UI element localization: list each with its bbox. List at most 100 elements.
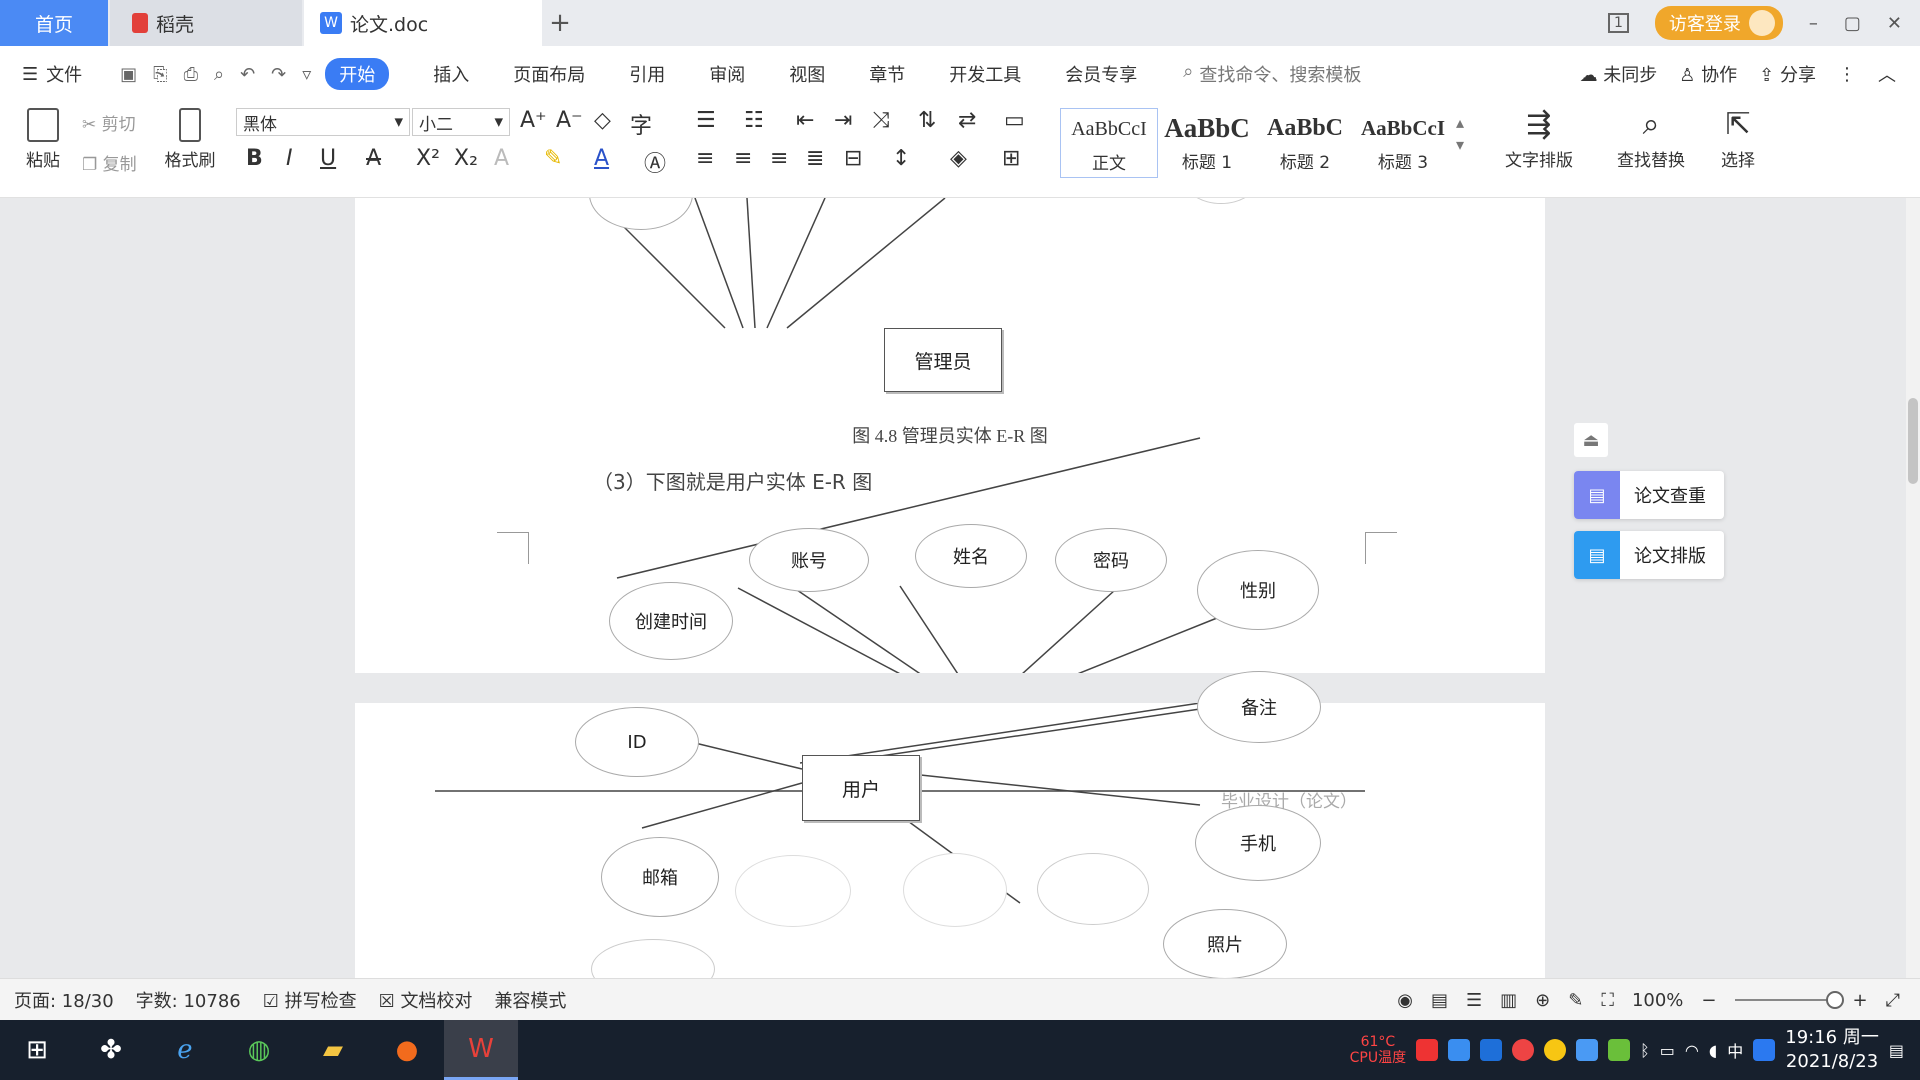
browser-tray-icon[interactable] <box>1576 1039 1599 1061</box>
cpu-temp-widget[interactable]: 61°C CPU温度 <box>1350 1034 1406 1066</box>
paper-check-button[interactable]: ▤ 论文查重 <box>1574 471 1724 519</box>
cloud-app-icon[interactable] <box>1448 1039 1471 1061</box>
align-right-icon[interactable]: ≡ <box>770 146 788 171</box>
pinwheel-app-icon[interactable]: ✤ <box>74 1020 148 1080</box>
increase-indent-icon[interactable]: ⇥ <box>834 108 852 133</box>
style-normal[interactable]: AaBbCcI 正文 <box>1060 108 1158 178</box>
doc-proof-button[interactable]: ☒ 文档校对 <box>379 987 473 1013</box>
close-button[interactable]: ✕ <box>1887 13 1902 34</box>
new-tab-button[interactable]: + <box>548 0 572 46</box>
align-center-icon[interactable]: ≡ <box>734 146 752 171</box>
menu-file[interactable]: ☰ 文件 <box>22 61 82 87</box>
distribute-icon[interactable]: ⊟ <box>844 146 862 171</box>
notification-icon[interactable]: ▤ <box>1889 1041 1904 1060</box>
redo-icon[interactable]: ↷ <box>271 64 286 85</box>
menu-references[interactable]: 引用 <box>629 61 665 87</box>
command-search[interactable]: ⌕ 查找命令、搜索模板 <box>1183 61 1361 87</box>
battery-icon[interactable]: ▭ <box>1660 1041 1675 1060</box>
word-count[interactable]: 字数: 10786 <box>136 987 241 1013</box>
browser-icon[interactable]: ◍ <box>222 1020 296 1080</box>
customize-dropdown-icon[interactable]: ▿ <box>302 64 311 85</box>
menu-member[interactable]: 会员专享 <box>1065 61 1137 87</box>
minimize-button[interactable]: – <box>1809 13 1818 34</box>
fullscreen-icon[interactable]: ⤢ <box>1886 990 1900 1011</box>
ime-indicator[interactable]: 中 <box>1727 1038 1743 1062</box>
scroll-thumb[interactable] <box>1908 398 1918 484</box>
antivirus-icon[interactable] <box>1416 1039 1439 1061</box>
superscript-button[interactable]: X² <box>416 146 440 171</box>
spell-check-button[interactable]: ☑ 拼写检查 <box>263 987 357 1013</box>
paper-layout-button[interactable]: ▤ 论文排版 <box>1574 531 1724 579</box>
paste-button[interactable]: 粘贴 <box>18 108 68 171</box>
collab-button[interactable]: ♙ 协作 <box>1679 61 1737 87</box>
nvidia-icon[interactable] <box>1608 1039 1631 1061</box>
zoom-level[interactable]: 100% <box>1632 990 1683 1011</box>
write-mode-icon[interactable]: ✎ <box>1568 990 1583 1011</box>
menu-chapter[interactable]: 章节 <box>869 61 905 87</box>
clear-format-icon[interactable]: ◇ <box>594 108 611 133</box>
subscript-button[interactable]: X₂ <box>454 146 478 171</box>
document-page[interactable]: 管理员 图 4.8 管理员实体 E-R 图 （3）下图就是用户实体 E-R 图 … <box>355 198 1545 673</box>
find-replace-button[interactable]: ⌕ 查找替换 <box>1606 108 1696 172</box>
fit-page-icon[interactable]: ⛶ <box>1601 990 1614 1011</box>
zoom-slider-knob[interactable] <box>1825 991 1844 1009</box>
read-view-icon[interactable]: ▥ <box>1500 990 1517 1011</box>
decrease-indent-icon[interactable]: ⇤ <box>796 108 814 133</box>
font-name-select[interactable]: 黑体 ▾ <box>236 108 410 136</box>
char-border-icon[interactable]: Ⓐ <box>644 146 666 178</box>
eye-protect-icon[interactable]: ◉ <box>1397 990 1413 1011</box>
justify-icon[interactable]: ≣ <box>806 146 824 171</box>
shield-icon[interactable] <box>1480 1039 1503 1061</box>
menu-developer[interactable]: 开发工具 <box>949 61 1021 87</box>
share-button[interactable]: ⇪ 分享 <box>1759 61 1816 87</box>
collapse-ribbon-icon[interactable]: ︿ <box>1878 61 1896 87</box>
tab-daoke[interactable]: 稻壳 <box>110 0 302 46</box>
clock[interactable]: 19:16 周一 2021/8/23 <box>1785 1026 1879 1074</box>
guest-login-button[interactable]: 访客登录 <box>1654 6 1783 40</box>
more-icon[interactable]: ⋮ <box>1838 64 1856 85</box>
document-page[interactable]: 备注 ID 用户 毕业设计（论文） 手机 邮箱 照片 <box>355 671 1545 978</box>
style-heading-3[interactable]: AaBbCcI 标题 3 <box>1354 108 1452 178</box>
grow-font-icon[interactable]: A⁺ <box>520 108 547 133</box>
tab-document[interactable]: W 论文.doc <box>304 0 542 46</box>
align-left-icon[interactable]: ≡ <box>696 146 714 171</box>
page-view-icon[interactable]: ▤ <box>1431 990 1448 1011</box>
copy-button[interactable]: ❐ 复制 <box>82 150 137 175</box>
print-preview-icon[interactable]: ⌕ <box>214 64 224 85</box>
style-heading-1[interactable]: AaBbC 标题 1 <box>1158 108 1256 178</box>
table-tools-icon[interactable]: ▭ <box>1004 108 1025 133</box>
bullets-icon[interactable]: ☰ <box>696 108 716 133</box>
zoom-in-button[interactable]: + <box>1853 990 1868 1011</box>
highlight-icon[interactable]: ✎ <box>544 146 562 171</box>
web-view-icon[interactable]: ⊕ <box>1535 990 1550 1011</box>
sync-button[interactable]: ☁ 未同步 <box>1580 61 1658 87</box>
file-explorer-icon[interactable]: ▰ <box>296 1020 370 1080</box>
plus-app-icon[interactable] <box>1544 1039 1567 1061</box>
style-heading-2[interactable]: AaBbC 标题 2 <box>1256 108 1354 178</box>
italic-button[interactable]: I <box>286 146 293 171</box>
format-painter-button[interactable]: 格式刷 <box>160 108 220 171</box>
text-direction-icon[interactable]: ⤨ <box>872 108 890 133</box>
menu-start[interactable]: 开始 <box>325 58 390 90</box>
zoom-slider[interactable] <box>1734 991 1844 1009</box>
sort-icon[interactable]: ⇅ <box>918 108 936 133</box>
layout-switch-icon[interactable]: 1 <box>1607 13 1629 33</box>
underline-button[interactable]: U <box>320 146 336 171</box>
numbering-icon[interactable]: ☷ <box>744 108 764 133</box>
print-icon[interactable]: ⎙ <box>184 64 198 85</box>
shading-icon[interactable]: ◈ <box>950 146 967 171</box>
volume-icon[interactable]: ◖ <box>1709 1041 1717 1060</box>
phonetic-guide-icon[interactable]: 字 <box>630 108 652 140</box>
input-method-icon[interactable] <box>1753 1039 1776 1061</box>
line-break-icon[interactable]: ⇄ <box>958 108 976 133</box>
menu-page-layout[interactable]: 页面布局 <box>513 61 585 87</box>
style-scroll-icon[interactable]: ▴ ▾ <box>1456 112 1464 156</box>
outline-view-icon[interactable]: ☰ <box>1466 990 1482 1011</box>
tab-home[interactable]: 首页 <box>0 0 108 46</box>
select-button[interactable]: ⇱ 选择 <box>1708 108 1768 172</box>
menu-view[interactable]: 视图 <box>789 61 825 87</box>
wifi-icon[interactable]: ◠ <box>1685 1041 1699 1060</box>
wps-office-icon[interactable]: W <box>444 1020 518 1080</box>
cut-button[interactable]: ✂ 剪切 <box>82 110 136 135</box>
ie-browser-icon[interactable]: ℯ <box>148 1020 222 1080</box>
